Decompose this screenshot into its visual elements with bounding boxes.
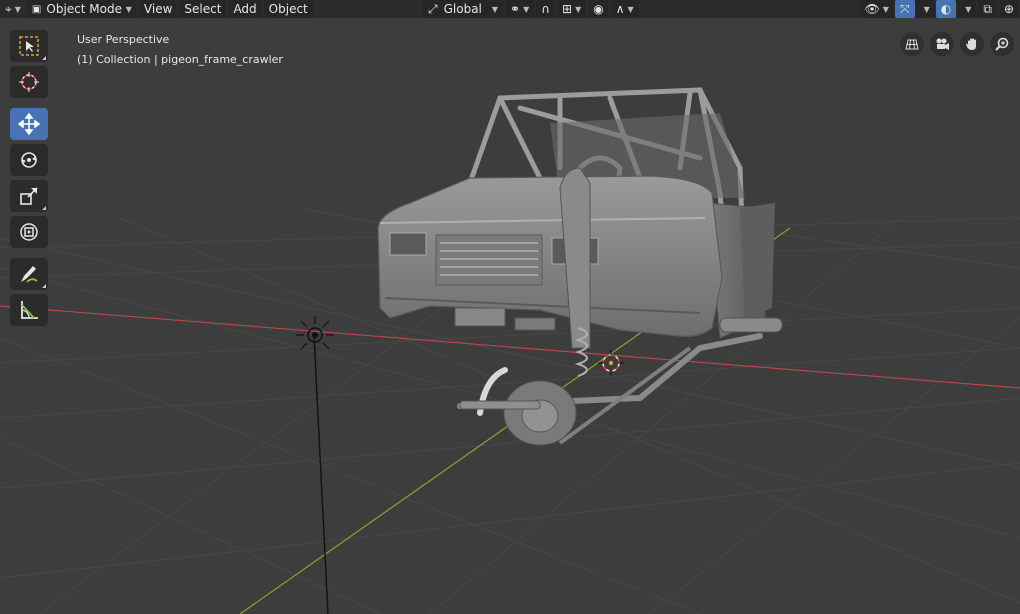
tool-select-box[interactable] xyxy=(10,30,48,62)
editor-type-button[interactable]: ⌖ ▼ xyxy=(0,0,26,18)
zoom-view-button[interactable] xyxy=(990,32,1014,56)
tool-measure[interactable] xyxy=(10,294,48,326)
collection-info: (1) Collection | pigeon_frame_crawler xyxy=(77,53,283,66)
tool-move[interactable] xyxy=(10,108,48,140)
pivot-point-button[interactable]: ⚭ ▼ xyxy=(505,0,535,18)
menu-object[interactable]: Object xyxy=(263,0,313,18)
3d-viewport[interactable]: User Perspective (1) Collection | pigeon… xyxy=(0,18,1020,614)
tool-transform[interactable] xyxy=(10,216,48,248)
chevron-down-icon: ▼ xyxy=(523,4,530,14)
xray-icon: ⧉ xyxy=(983,1,992,16)
camera-view-button[interactable] xyxy=(930,32,954,56)
measure-icon xyxy=(21,301,38,319)
transform-orientation-label: Global xyxy=(443,2,482,16)
snap-increment-icon: ⊞ xyxy=(562,2,573,16)
tool-annotate[interactable] xyxy=(10,258,48,290)
menu-view[interactable]: View xyxy=(138,0,178,18)
grid-view-icon xyxy=(905,39,919,50)
chevron-down-icon: ▼ xyxy=(125,4,132,14)
light-object[interactable] xyxy=(294,314,336,356)
magnet-icon: ∩ xyxy=(541,2,551,16)
chevron-down-icon: ▼ xyxy=(965,4,972,14)
menu-add[interactable]: Add xyxy=(228,0,262,18)
overlay-toggle[interactable]: ◐ xyxy=(935,0,957,18)
crawler-frame-model[interactable] xyxy=(0,18,1020,614)
chevron-down-icon: ▼ xyxy=(923,4,930,14)
select-box-icon xyxy=(19,36,39,56)
viewport-info: User Perspective (1) Collection | pigeon… xyxy=(77,30,283,70)
proportional-edit-toggle[interactable]: ◉ xyxy=(588,0,609,18)
pivot-icon: ⚭ xyxy=(510,2,521,16)
scale-icon xyxy=(20,187,38,205)
visibility-button[interactable]: 👁 ▼ xyxy=(859,0,894,18)
gizmo-icon: ⤧ xyxy=(899,1,910,16)
overlay-icon: ◐ xyxy=(940,2,952,16)
viewport-header: ⌖ ▼ ▣ Object Mode ▼ View Select Add Objec… xyxy=(0,0,1020,18)
hand-pan-icon xyxy=(966,38,976,50)
shading-wireframe-icon: ⊕ xyxy=(1003,2,1014,16)
falloff-curve-icon: ∧ xyxy=(615,2,625,16)
pan-view-button[interactable] xyxy=(960,32,984,56)
xray-toggle[interactable]: ⧉ xyxy=(978,0,997,18)
cursor-icon xyxy=(19,72,39,92)
snap-toggle[interactable]: ∩ xyxy=(536,0,556,18)
tool-rotate[interactable] xyxy=(10,144,48,176)
tool-shelf xyxy=(10,30,48,330)
move-icon xyxy=(18,113,40,135)
proportional-falloff-button[interactable]: ∧ ▼ xyxy=(610,0,639,18)
object-mode-icon: ▣ xyxy=(31,3,42,15)
chevron-down-icon: ▼ xyxy=(491,4,498,14)
orientation-icon: ⤢ xyxy=(428,1,438,16)
tool-cursor[interactable] xyxy=(10,66,48,98)
3d-cursor[interactable] xyxy=(598,350,624,376)
chevron-down-icon: ▼ xyxy=(14,4,21,14)
overlay-dropdown[interactable]: ▼ xyxy=(957,0,977,18)
tool-scale[interactable] xyxy=(10,180,48,212)
toggle-perspective-button[interactable] xyxy=(900,32,924,56)
transform-icon xyxy=(20,223,38,241)
proportional-edit-icon: ◉ xyxy=(593,2,604,16)
rotate-icon xyxy=(21,152,37,168)
visibility-icon: 👁 xyxy=(864,2,880,16)
3d-viewport-icon: ⌖ xyxy=(5,1,12,16)
zoom-icon xyxy=(995,37,1009,51)
chevron-down-icon: ▼ xyxy=(627,4,634,14)
mode-select-label: Object Mode xyxy=(46,2,122,16)
camera-icon xyxy=(936,38,949,50)
snap-target-button[interactable]: ⊞ ▼ xyxy=(557,0,587,18)
chevron-down-icon: ▼ xyxy=(575,4,582,14)
view-name: User Perspective xyxy=(77,33,170,46)
gizmo-dropdown[interactable]: ▼ xyxy=(915,0,935,18)
gizmo-toggle[interactable]: ⤧ xyxy=(894,0,915,18)
shading-wireframe-button[interactable]: ⊕ xyxy=(998,0,1019,18)
transform-orientation-select[interactable]: ⤢ Global ▼ xyxy=(423,0,503,18)
annotate-icon xyxy=(21,266,38,283)
mode-select[interactable]: ▣ Object Mode ▼ xyxy=(26,0,137,18)
menu-select[interactable]: Select xyxy=(179,0,227,18)
chevron-down-icon: ▼ xyxy=(882,4,889,14)
navigation-gizmo xyxy=(900,32,1014,56)
